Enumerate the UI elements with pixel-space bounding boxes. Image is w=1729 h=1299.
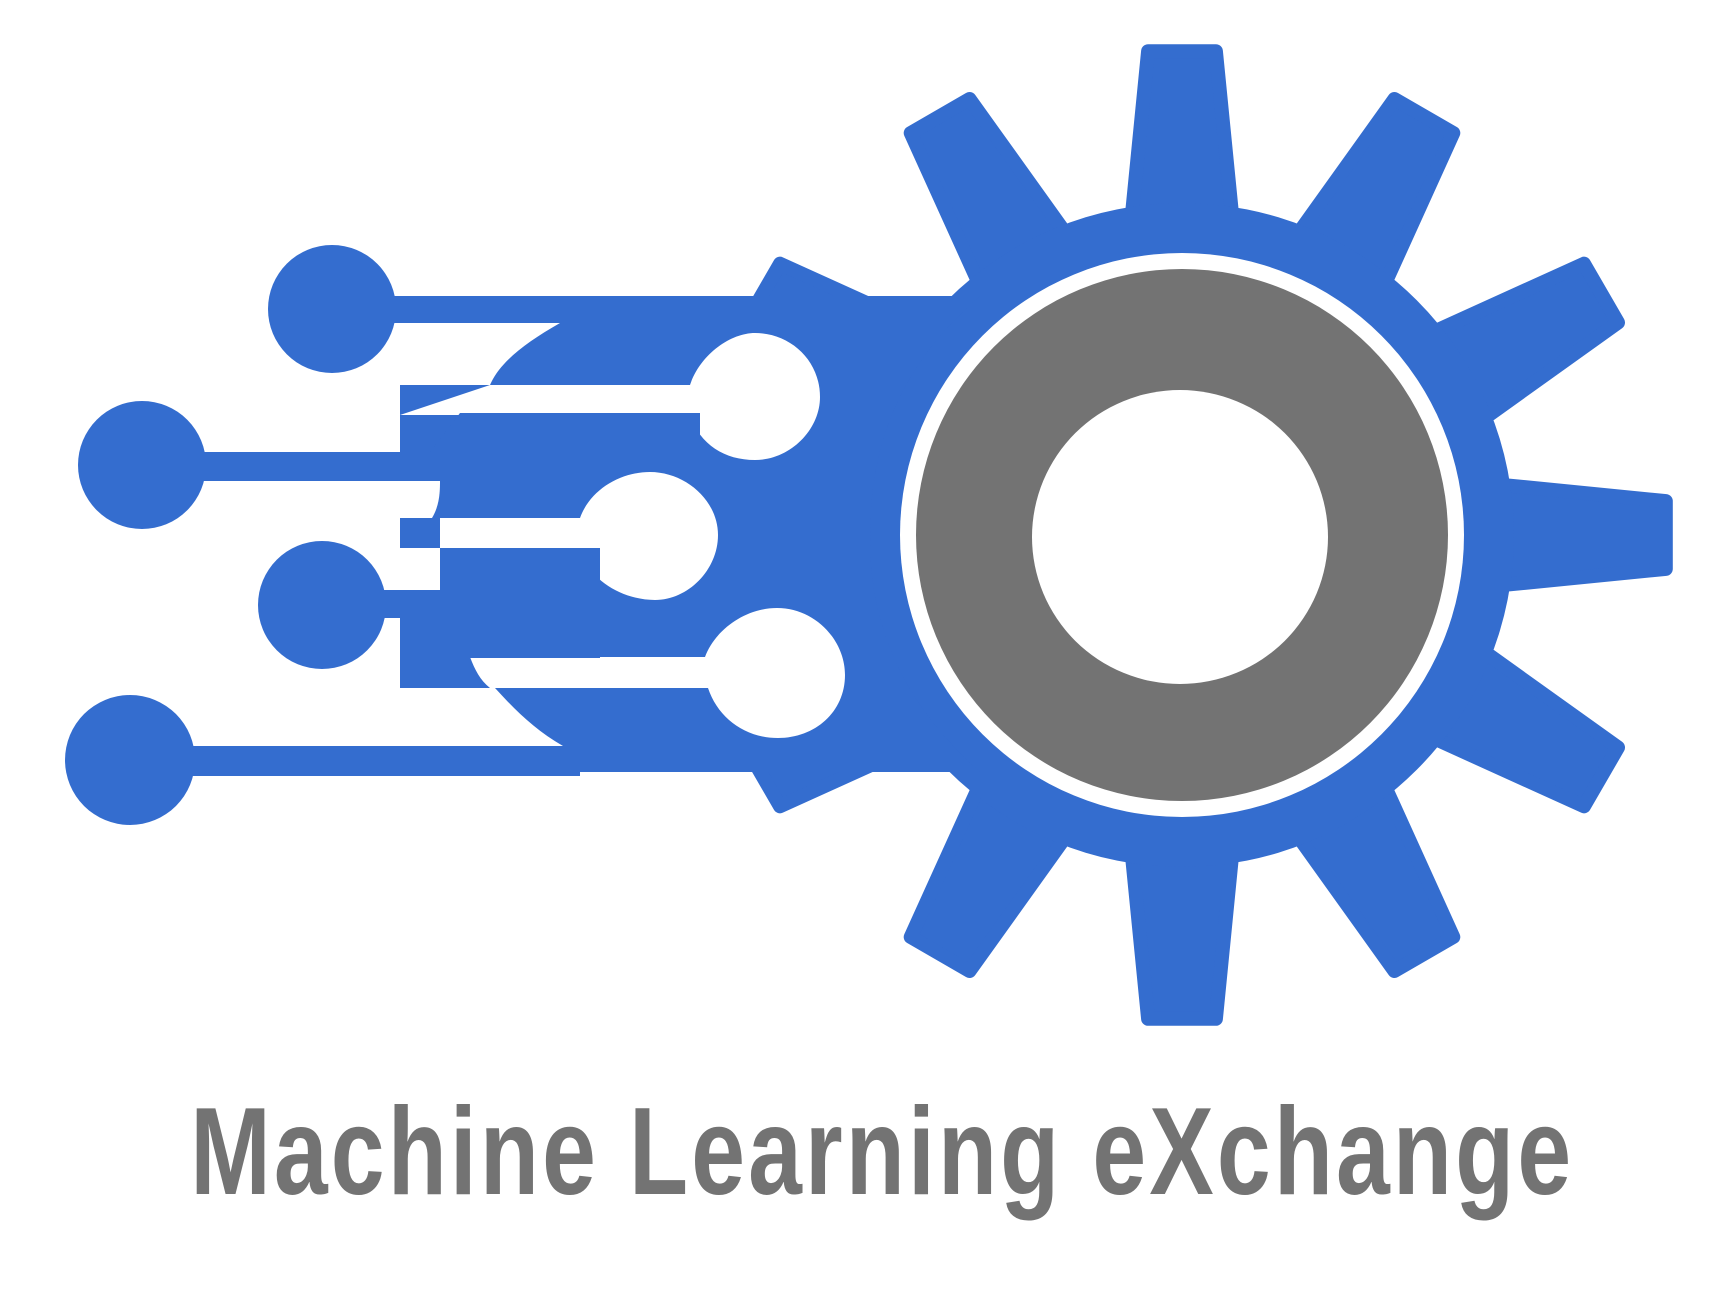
gear-tooth [1124,841,1240,1026]
logo-wordmark: Machine Learning eXchange [190,1083,1575,1221]
mlx-logo: Machine Learning eXchange [0,0,1729,1299]
circuit-traces-icon [65,245,980,825]
logo-graphic [65,44,1673,1026]
gear-tooth [1488,477,1673,593]
gear-tooth [1124,44,1240,229]
gear-icon [739,44,1673,1026]
